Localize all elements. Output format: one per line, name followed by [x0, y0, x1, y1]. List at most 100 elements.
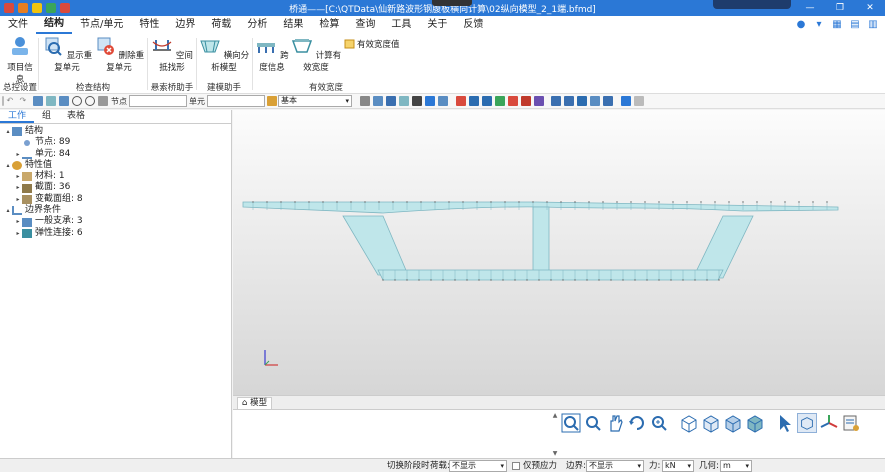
- select-cursor-icon[interactable]: [775, 413, 795, 433]
- context-help-icon[interactable]: [564, 96, 574, 106]
- calculate-effective-width-button[interactable]: 计算有效宽度: [290, 36, 342, 73]
- display-icon-14[interactable]: [590, 96, 600, 106]
- display-icon-4[interactable]: [399, 96, 409, 106]
- display-icon-3[interactable]: [386, 96, 396, 106]
- new-icon[interactable]: [18, 3, 28, 13]
- model-viewport[interactable]: [233, 110, 885, 395]
- tab-group[interactable]: 组: [34, 110, 59, 123]
- model-canvas[interactable]: [233, 110, 885, 395]
- tree-node-materials[interactable]: ▸ 材料: 1: [0, 171, 231, 182]
- scroll-down-icon[interactable]: ▼: [551, 450, 559, 457]
- display-icon-13[interactable]: [577, 96, 587, 106]
- spatial-form-finding-button[interactable]: 空间抵找形: [150, 36, 194, 73]
- tab-model[interactable]: ⌂ 模型: [237, 397, 273, 409]
- tab-load[interactable]: 荷载: [203, 16, 239, 34]
- collapse-icon[interactable]: ▴: [4, 160, 12, 171]
- zoom-window-icon[interactable]: [561, 413, 581, 433]
- display-icon-15[interactable]: [603, 96, 613, 106]
- view-side-icon[interactable]: [723, 413, 743, 433]
- expand-icon[interactable]: ▸: [14, 228, 22, 239]
- tab-work[interactable]: 工作: [0, 110, 35, 123]
- display-icon-7[interactable]: [438, 96, 448, 106]
- deselect-icon[interactable]: [71, 96, 82, 106]
- display-icon-2[interactable]: [373, 96, 383, 106]
- node-input[interactable]: [129, 95, 187, 107]
- unlock-icon[interactable]: [633, 96, 644, 106]
- layout-icon-3[interactable]: ▥: [867, 19, 879, 31]
- lock-icon[interactable]: [620, 96, 631, 106]
- filter-icon[interactable]: [266, 96, 277, 106]
- tree-node-sections[interactable]: ▸ 截面: 36: [0, 182, 231, 193]
- view-type-select[interactable]: 基本: [278, 95, 352, 107]
- tab-properties[interactable]: 特性: [131, 16, 167, 34]
- layout-icon-1[interactable]: ▦: [831, 19, 843, 31]
- help-icon[interactable]: [551, 96, 561, 106]
- app-icon[interactable]: [4, 3, 14, 13]
- tab-check[interactable]: 检算: [311, 16, 347, 34]
- lateral-analysis-model-button[interactable]: 横向分析模型: [198, 36, 250, 73]
- load-display-select[interactable]: 不显示: [449, 460, 507, 472]
- tree-node-nodes[interactable]: 节点: 89: [0, 137, 231, 148]
- tree-node-boundary[interactable]: ▴ 边界条件: [0, 205, 231, 216]
- tree-node-elements[interactable]: ▸ 单元: 84: [0, 149, 231, 160]
- pan-hand-icon[interactable]: [605, 413, 625, 433]
- select-icon[interactable]: [32, 96, 43, 106]
- view-iso-icon[interactable]: [679, 413, 699, 433]
- tab-analysis[interactable]: 分析: [239, 16, 275, 34]
- element-input[interactable]: [207, 95, 265, 107]
- close-button[interactable]: ✕: [855, 0, 885, 16]
- expand-icon[interactable]: ▸: [14, 216, 22, 227]
- tree-node-variable-section-groups[interactable]: ▸ 变截面组: 8: [0, 194, 231, 205]
- close-file-icon[interactable]: [60, 3, 70, 13]
- display-icon-12[interactable]: [533, 96, 544, 106]
- zoom-all-icon[interactable]: [649, 413, 669, 433]
- minimize-button[interactable]: —: [795, 0, 825, 16]
- display-icon-5[interactable]: [412, 96, 422, 106]
- zoom-icon[interactable]: [583, 413, 603, 433]
- rotate-icon[interactable]: [627, 413, 647, 433]
- show-duplicate-elements-button[interactable]: 显示重复单元: [41, 36, 93, 73]
- tab-query[interactable]: 查询: [347, 16, 383, 34]
- display-icon-1[interactable]: [360, 96, 370, 106]
- tab-tools[interactable]: 工具: [383, 16, 419, 34]
- display-icon-10[interactable]: [507, 96, 518, 106]
- window-select-icon[interactable]: [45, 96, 56, 106]
- display-icon-11[interactable]: [520, 96, 531, 106]
- save-icon[interactable]: [46, 3, 56, 13]
- boundary-display-select[interactable]: 不显示: [586, 460, 644, 472]
- tab-file[interactable]: 文件: [0, 16, 36, 34]
- expand-icon[interactable]: ▸: [14, 182, 22, 193]
- scrollbar[interactable]: ▲ ▼: [551, 412, 559, 457]
- display-options-icon[interactable]: [841, 413, 861, 433]
- expand-icon[interactable]: ▸: [14, 171, 22, 182]
- collapse-icon[interactable]: ▴: [4, 205, 12, 216]
- display-icon-9[interactable]: [494, 96, 505, 106]
- tab-about[interactable]: 关于: [419, 16, 455, 34]
- display-icon-6[interactable]: [425, 96, 435, 106]
- user-icon[interactable]: ●: [795, 19, 807, 31]
- expand-icon[interactable]: ▸: [14, 149, 22, 160]
- restore-button[interactable]: ❐: [825, 0, 855, 16]
- span-info-button[interactable]: 跨度信息: [254, 36, 290, 73]
- polygon-select-icon[interactable]: [58, 96, 69, 106]
- element-number-icon[interactable]: [481, 96, 492, 106]
- tree-node-elastic-links[interactable]: ▸ 弹性连接: 6: [0, 228, 231, 239]
- view-frame-icon[interactable]: [797, 413, 817, 433]
- tree-node-properties[interactable]: ▴ 特性值: [0, 160, 231, 171]
- tab-structure[interactable]: 结构: [36, 16, 72, 34]
- tab-node-element[interactable]: 节点/单元: [72, 16, 131, 34]
- delete-duplicate-elements-button[interactable]: 删除重复单元: [93, 36, 145, 73]
- axis-icon[interactable]: [819, 413, 839, 433]
- view-front-icon[interactable]: [701, 413, 721, 433]
- collapse-icon[interactable]: ▴: [4, 126, 12, 137]
- tab-results[interactable]: 结果: [275, 16, 311, 34]
- tab-feedback[interactable]: 反馈: [455, 16, 491, 34]
- layout-icon-2[interactable]: ▤: [849, 19, 861, 31]
- prestress-only-checkbox[interactable]: [512, 462, 520, 470]
- geometry-unit-select[interactable]: m: [720, 460, 752, 472]
- scroll-up-icon[interactable]: ▲: [551, 412, 559, 419]
- tab-boundary[interactable]: 边界: [167, 16, 203, 34]
- tab-table[interactable]: 表格: [59, 110, 93, 123]
- force-unit-select[interactable]: kN: [662, 460, 694, 472]
- open-icon[interactable]: [32, 3, 42, 13]
